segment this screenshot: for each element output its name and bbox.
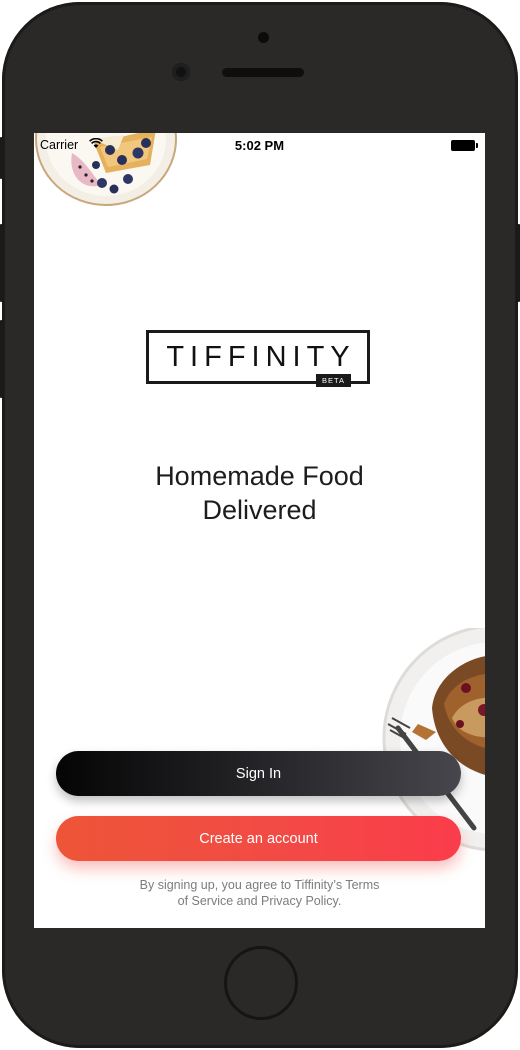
status-bar: Carrier 5:02 PM — [34, 133, 485, 155]
create-account-button[interactable]: Create an account — [56, 816, 461, 861]
carrier-label: Carrier — [40, 138, 79, 152]
battery-icon — [451, 140, 478, 151]
volume-down-button — [0, 320, 4, 398]
wifi-icon — [89, 138, 103, 148]
front-camera — [172, 63, 190, 81]
app-logo: TIFFINITY BETA — [146, 330, 370, 387]
home-button[interactable] — [224, 946, 298, 1020]
logo-text: TIFFINITY — [166, 340, 356, 373]
app-screen: Carrier 5:02 PM TIFFINITY BETA Homemade … — [34, 133, 485, 928]
proximity-sensor — [258, 32, 269, 43]
volume-up-button — [0, 224, 4, 302]
beta-badge: BETA — [315, 374, 351, 387]
earpiece-speaker — [222, 68, 304, 77]
terms-line-2: of Service and Privacy Policy. — [177, 894, 342, 908]
terms-text: By signing up, you agree to Tiffinity’s … — [34, 877, 485, 909]
headline-line-2: Delivered — [202, 495, 317, 525]
sign-in-button[interactable]: Sign In — [56, 751, 461, 796]
terms-line-1: By signing up, you agree to Tiffinity’s … — [139, 878, 380, 892]
headline-line-1: Homemade Food — [155, 461, 364, 491]
silent-switch — [0, 137, 4, 179]
page-headline: Homemade Food Delivered — [34, 459, 485, 527]
power-button — [516, 224, 520, 302]
